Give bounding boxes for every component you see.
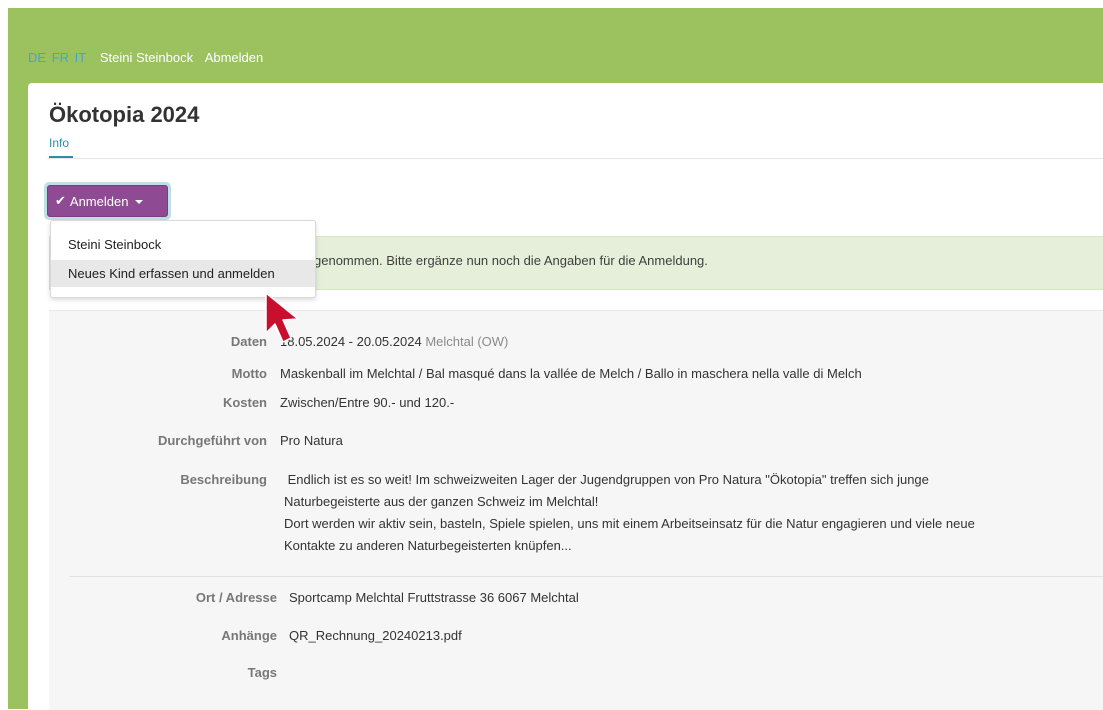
event-details: Daten 18.05.2024 - 20.05.2024 Melchtal (…: [49, 310, 1103, 710]
tab-info[interactable]: Info: [49, 135, 69, 151]
dropdown-item-new-child[interactable]: Neues Kind erfassen und anmelden: [51, 260, 315, 287]
durchgefuehrt-value: Pro Natura: [280, 433, 343, 448]
alert-text: genommen. Bitte ergänze nun noch die Ang…: [314, 253, 708, 268]
dropdown-item-self[interactable]: Steini Steinbock: [51, 231, 315, 258]
register-dropdown-menu: Steini Steinbock Neues Kind erfassen und…: [50, 220, 316, 298]
anhaenge-label: Anhänge: [221, 628, 277, 643]
language-de-link[interactable]: DE: [28, 50, 46, 65]
beschreibung-value: Endlich ist es so weit! Im schweizweiten…: [284, 469, 1094, 557]
tab-divider: [47, 158, 1103, 159]
durchgefuehrt-label: Durchgeführt von: [157, 433, 267, 448]
beschreibung-line: Dort werden wir aktiv sein, basteln, Spi…: [284, 516, 975, 531]
attachment-link[interactable]: QR_Rechnung_20240213.pdf: [289, 625, 1099, 647]
caret-down-icon: [135, 200, 144, 204]
beschreibung-line: Endlich ist es so weit! Im schweizweiten…: [284, 472, 929, 487]
daten-value: 18.05.2024 - 20.05.2024 Melchtal (OW): [280, 331, 1090, 353]
ort-value: Sportcamp Melchtal Fruttstrasse 36 6067 …: [289, 590, 579, 605]
ort-label: Ort / Adresse: [195, 590, 277, 605]
motto-value: Maskenball im Melchtal / Bal masqué dans…: [280, 366, 862, 381]
top-navigation: DE FR IT Steini Steinbock Abmelden: [28, 48, 263, 68]
tags-label: Tags: [247, 665, 277, 680]
section-divider: [69, 576, 1103, 577]
page-title: Ökotopia 2024: [49, 102, 200, 127]
register-dropdown-button[interactable]: ✔ Anmelden: [47, 185, 168, 217]
main-panel: Ökotopia 2024 Info ✔ Anmelden genommen. …: [28, 83, 1103, 710]
logout-link[interactable]: Abmelden: [205, 50, 264, 65]
kosten-label: Kosten: [222, 395, 267, 410]
motto-label: Motto: [231, 366, 267, 381]
user-name-link[interactable]: Steini Steinbock: [100, 50, 193, 65]
event-location: Melchtal (OW): [425, 334, 509, 349]
language-fr-link[interactable]: FR: [52, 50, 69, 65]
beschreibung-line: Kontakte zu anderen Naturbegeisterten kn…: [284, 538, 572, 553]
kosten-value: Zwischen/Entre 90.- und 120.-: [280, 395, 455, 410]
daten-label: Daten: [230, 334, 267, 349]
register-button-label: Anmelden: [69, 193, 129, 209]
mouse-pointer-icon: [265, 292, 299, 343]
language-switcher: DE FR IT: [28, 50, 92, 65]
beschreibung-label: Beschreibung: [180, 472, 267, 487]
language-it-link[interactable]: IT: [75, 50, 87, 65]
beschreibung-line: Naturbegeisterte aus der ganzen Schweiz …: [284, 494, 599, 509]
register-button-focus-ring: ✔ Anmelden: [44, 182, 171, 220]
check-icon: ✔: [55, 193, 66, 208]
